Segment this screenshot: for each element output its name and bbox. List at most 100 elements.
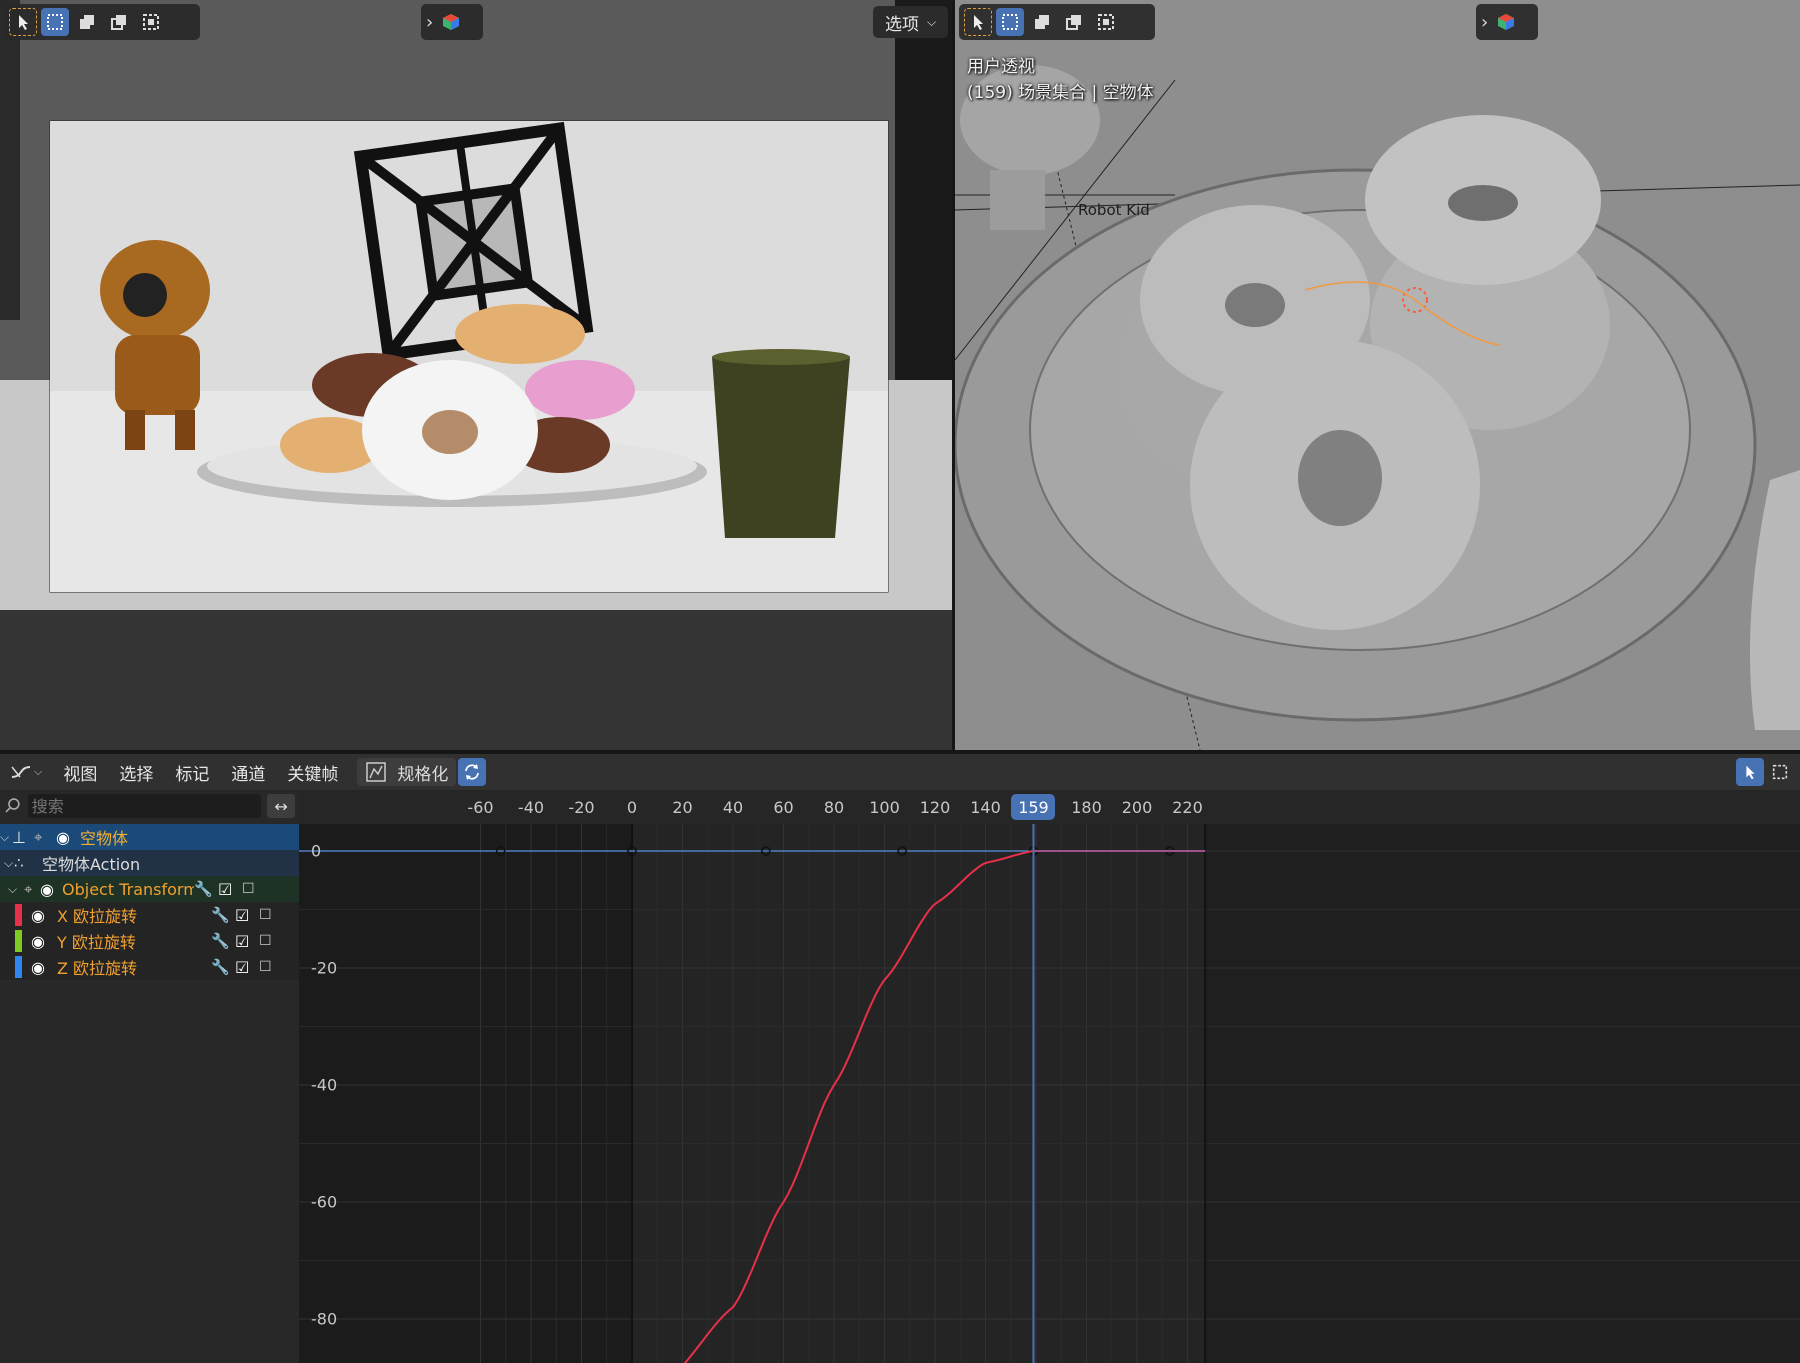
- ruler-tick-label: 20: [672, 798, 693, 817]
- channel-row-group[interactable]: ⌵ ⌖ ◉ Object Transforms 🔧 ☑ ☐: [0, 876, 299, 902]
- search-icon: [5, 798, 20, 813]
- checkbox-icon[interactable]: ☑: [235, 958, 259, 977]
- value-tick-label: -20: [311, 958, 338, 978]
- wrench-icon[interactable]: 🔧: [194, 880, 218, 898]
- eye-icon[interactable]: ◉: [31, 932, 57, 951]
- eye-icon[interactable]: ◉: [56, 828, 80, 847]
- action-icon: ∴: [14, 854, 24, 872]
- channel-row-x-rotation[interactable]: ◉ X 欧拉旋转 🔧 ☑ ☐: [0, 902, 299, 928]
- pin-icon[interactable]: ⌖: [18, 880, 40, 898]
- ruler-tick-label: -20: [568, 798, 595, 817]
- menu-select[interactable]: 选择: [108, 760, 164, 785]
- menu-view[interactable]: 视图: [52, 760, 108, 785]
- channel-row-action[interactable]: ⌵ ∴ 空物体Action: [0, 850, 299, 876]
- color-cube-icon: [443, 14, 460, 30]
- color-swatch-y: [15, 930, 22, 952]
- ruler-tick-label: 80: [823, 798, 845, 817]
- search-input[interactable]: [27, 794, 262, 818]
- channel-row-z-rotation[interactable]: ◉ Z 欧拉旋转 🔧 ☑ ☐: [0, 954, 299, 980]
- shading-toggle-button-right[interactable]: [1492, 8, 1520, 36]
- lock-icon[interactable]: ☐: [259, 907, 281, 923]
- chevron-down-icon: ⌵: [927, 14, 937, 29]
- chevron-right-icon[interactable]: ›: [426, 12, 433, 33]
- extend-select-icon: [80, 15, 94, 29]
- pin-icon[interactable]: ⌖: [34, 828, 56, 846]
- graph-editor-header: ⌵ 视图 选择 标记 通道 关键帧 规格化: [0, 754, 1800, 790]
- menu-channel[interactable]: 通道: [220, 760, 276, 785]
- normalize-toggle[interactable]: 规格化: [357, 758, 457, 786]
- checkbox-icon[interactable]: ☑: [235, 932, 259, 951]
- chevron-down-icon[interactable]: ⌵: [0, 830, 12, 845]
- box-select-icon: [47, 14, 63, 30]
- mode-subtract-button[interactable]: [105, 8, 133, 36]
- menu-marker[interactable]: 标记: [164, 760, 220, 785]
- options-dropdown[interactable]: 选项 ⌵: [873, 6, 949, 38]
- swap-filter-button[interactable]: ↔: [267, 794, 295, 818]
- mode-new-button-right[interactable]: [996, 8, 1024, 36]
- auto-normalize-button[interactable]: [458, 758, 487, 786]
- wrench-icon[interactable]: 🔧: [211, 958, 235, 976]
- lock-icon[interactable]: ☐: [259, 959, 281, 975]
- scene-range-background: [632, 824, 1206, 1363]
- group-name: Object Transforms: [62, 879, 194, 899]
- camera-viewport[interactable]: › 选项 ⌵: [0, 0, 952, 750]
- graph-editor-menu: 视图 选择 标记 通道 关键帧: [52, 760, 349, 785]
- editor-type-dropdown[interactable]: ⌵: [0, 762, 52, 782]
- graph-editor-icon: [11, 766, 31, 778]
- chevron-down-icon[interactable]: ⌵: [0, 882, 18, 897]
- subtract-select-icon: [111, 15, 126, 30]
- ruler-tick-label: 120: [919, 798, 951, 817]
- double-arrow-icon: ↔: [274, 796, 288, 816]
- ruler-tick-label: 140: [970, 798, 1001, 817]
- box-select-tool-button[interactable]: [1766, 758, 1794, 786]
- mode-invert-button[interactable]: [137, 8, 165, 36]
- curve-name-x: X 欧拉旋转: [57, 907, 138, 926]
- lock-icon[interactable]: ☐: [259, 933, 281, 949]
- channel-search-bar: ↔: [0, 790, 299, 822]
- subtract-select-icon: [1066, 15, 1081, 30]
- graph-area[interactable]: -60 -40 -20 0 20 40 60 80 100 120 140 180 200 220 0 -2…: [299, 790, 1800, 1363]
- mode-extend-button-right[interactable]: [1028, 8, 1056, 36]
- box-select-icon: [1002, 14, 1018, 30]
- eye-icon[interactable]: ◉: [31, 958, 57, 977]
- chevron-down-icon[interactable]: ⌵: [0, 856, 14, 871]
- select-tool-button-right[interactable]: [964, 8, 992, 36]
- cursor-arrow-icon: [974, 15, 983, 30]
- lock-icon[interactable]: ☐: [242, 881, 264, 897]
- value-tick-label: -60: [311, 1192, 338, 1212]
- select-tool-button[interactable]: [9, 8, 37, 36]
- menu-key[interactable]: 关键帧: [276, 760, 349, 785]
- eye-icon[interactable]: ◉: [31, 906, 57, 925]
- wrench-icon[interactable]: 🔧: [211, 906, 235, 924]
- mode-subtract-button-right[interactable]: [1060, 8, 1088, 36]
- value-axis-labels: 0 -20 -40 -60 -80: [299, 790, 359, 1363]
- channel-row-y-rotation[interactable]: ◉ Y 欧拉旋转 🔧 ☑ ☐: [0, 928, 299, 954]
- camera-scene-render: [0, 0, 952, 750]
- mode-invert-button-right[interactable]: [1092, 8, 1120, 36]
- normalize-icon: [366, 762, 387, 782]
- options-label: 选项: [885, 14, 919, 35]
- empty-axes-icon: ⊥: [12, 827, 26, 847]
- cursor-arrow-icon: [1746, 765, 1755, 780]
- 3d-viewport[interactable]: › 用户透视 (159) 场景集合 | 空物体 Robot Kid: [955, 0, 1800, 750]
- mode-extend-button[interactable]: [73, 8, 101, 36]
- wrench-icon[interactable]: 🔧: [211, 932, 235, 950]
- chevron-right-icon[interactable]: ›: [1481, 12, 1488, 33]
- ruler-tick-label: -40: [517, 798, 545, 817]
- eye-icon[interactable]: ◉: [40, 880, 62, 899]
- checkbox-icon[interactable]: ☑: [235, 906, 259, 925]
- f-curve-canvas[interactable]: [299, 790, 1800, 1363]
- value-tick-label: -40: [311, 1075, 338, 1095]
- channel-row-object[interactable]: ⌵ ⊥ ⌖ ◉ 空物体: [0, 824, 299, 850]
- solid-scene-render: [955, 0, 1800, 750]
- shading-toggle-button[interactable]: [437, 8, 465, 36]
- select-tool-active-button[interactable]: [1736, 758, 1764, 786]
- mode-new-button[interactable]: [41, 8, 69, 36]
- select-mode-toolbar: [4, 4, 200, 40]
- current-frame-indicator[interactable]: 159: [1011, 794, 1056, 820]
- checkbox-icon[interactable]: ☑: [218, 880, 242, 899]
- select-mode-toolbar-right: [959, 4, 1155, 40]
- curve-name-y: Y 欧拉旋转: [57, 933, 136, 952]
- extend-select-icon: [1035, 15, 1049, 29]
- color-cube-icon: [1498, 14, 1515, 30]
